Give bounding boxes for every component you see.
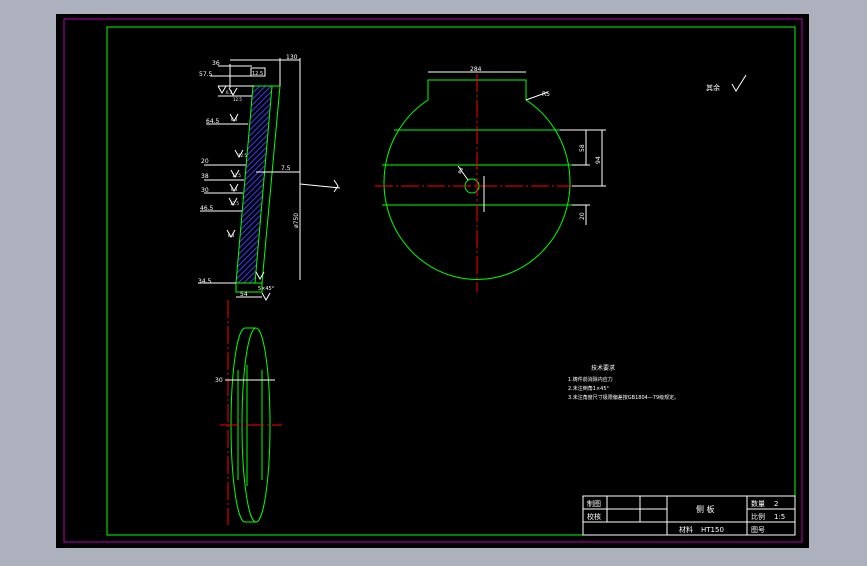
roughness-value: 12.5 — [230, 201, 239, 206]
roughness-value: 6.3 — [231, 117, 238, 122]
dim-54: 54 — [240, 291, 248, 298]
roughness-value: 6.3 — [226, 90, 233, 95]
tb-checked-label: 校核 — [587, 512, 601, 521]
dim-284: 284 — [470, 66, 482, 73]
roughness-value: 12.5 — [238, 153, 247, 158]
dim-dia-750: ø750 — [293, 213, 300, 228]
dim-12-5: 12.5 — [252, 71, 263, 77]
notes-line-3: 3.未注角度尺寸极限偏差按GB1804—79级规定。 — [568, 394, 679, 401]
dim-20b: 20 — [579, 212, 586, 220]
notes-line-1: 1.铸件前消除内应力 — [568, 376, 613, 383]
tb-quantity-label: 数量 — [751, 499, 765, 508]
tb-part-name: 侧 板 — [696, 504, 715, 514]
dim-130: 130 — [286, 54, 298, 61]
roughness-label: 其余 — [706, 83, 720, 92]
tb-drawn-label: 制图 — [587, 499, 601, 508]
dim-30: 30 — [201, 187, 209, 194]
dim-94: 94 — [595, 156, 602, 164]
roughness-value: 12.5 — [232, 173, 241, 178]
dim-34-5: 34.5 — [198, 278, 212, 285]
tb-material-label: 材料 — [679, 525, 693, 534]
dim-64-5: 64.5 — [206, 118, 220, 125]
dim-r5: R5 — [542, 91, 550, 98]
roughness-value: 12.5 — [233, 97, 242, 102]
dim-57-5: 57.5 — [199, 71, 213, 78]
dim-chamfer: 5×45° — [258, 286, 275, 292]
tb-scale-label: 比例 — [751, 512, 765, 521]
canvas-background — [56, 14, 809, 548]
dim-20: 20 — [201, 158, 209, 165]
tb-drawing-no-label: 图号 — [751, 526, 765, 534]
notes-title: 技术要求 — [591, 364, 615, 372]
tb-quantity-value: 2 — [774, 500, 778, 508]
dim-58: 58 — [579, 144, 586, 152]
tb-material-value: HT150 — [701, 526, 724, 534]
dim-36: 36 — [212, 60, 220, 67]
roughness-value: 6.3 — [228, 233, 235, 238]
cad-application: 130 36 57.5 12.5 64.5 20 38 30 46.5 34.5 — [0, 0, 867, 562]
dim-46-5: 46.5 — [200, 205, 214, 212]
tb-scale-value: 1:5 — [774, 513, 785, 521]
dim-38: 38 — [201, 173, 209, 180]
dim-7-5: 7.5 — [281, 165, 291, 172]
drawing-canvas[interactable]: 130 36 57.5 12.5 64.5 20 38 30 46.5 34.5 — [0, 0, 867, 562]
notes-line-2: 2.未注倒角1×45° — [568, 385, 610, 392]
drawing-svg: 130 36 57.5 12.5 64.5 20 38 30 46.5 34.5 — [56, 14, 809, 548]
roughness-value: 6.3 — [231, 187, 238, 192]
dim-side-30: 30 — [215, 377, 223, 384]
